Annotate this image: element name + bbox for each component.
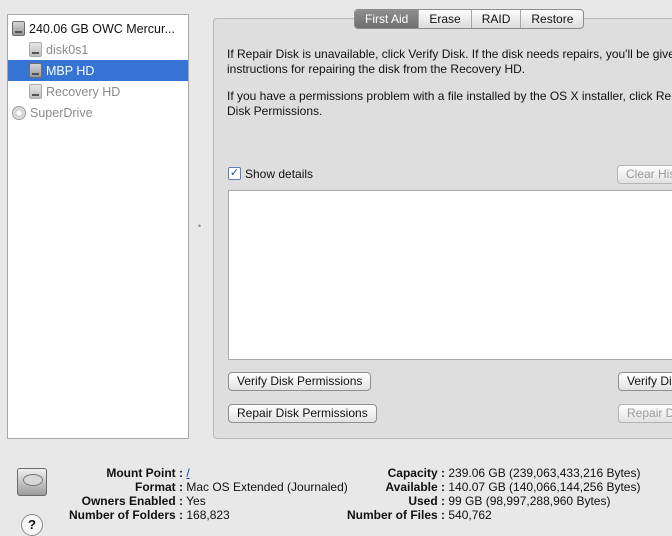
capacity-key: Capacity : xyxy=(387,466,445,480)
info-line: Disk Permissions. xyxy=(227,104,323,118)
mount-point-key: Mount Point : xyxy=(106,466,183,480)
tab-bar: First Aid Erase RAID Restore xyxy=(354,9,585,29)
tab-restore[interactable]: Restore xyxy=(520,10,583,28)
info-line: If you have a permissions problem with a… xyxy=(227,89,672,103)
files-value: 540,762 xyxy=(448,508,492,522)
volume-icon xyxy=(29,63,42,78)
mount-point-link[interactable]: / xyxy=(186,466,189,480)
sidebar-item-owc-drive[interactable]: 240.06 GB OWC Mercur... xyxy=(8,18,188,39)
sidebar-item-label: SuperDrive xyxy=(30,105,93,120)
used-key: Used : xyxy=(408,494,445,508)
verify-disk-permissions-button[interactable]: Verify Disk Permissions xyxy=(228,372,372,391)
sidebar-item-mbp-hd[interactable]: MBP HD xyxy=(8,60,188,81)
available-value: 140.07 GB (140,066,144,256 Bytes) xyxy=(448,480,641,494)
format-value: Mac OS Extended (Journaled) xyxy=(186,480,348,494)
owners-value: Yes xyxy=(186,494,206,508)
first-aid-info-1: If Repair Disk is unavailable, click Ver… xyxy=(227,47,672,77)
sidebar-item-label: Recovery HD xyxy=(46,84,121,99)
sidebar-item-label: MBP HD xyxy=(46,63,95,78)
repair-disk-permissions-button[interactable]: Repair Disk Permissions xyxy=(228,404,377,423)
help-icon[interactable]: ? xyxy=(21,514,43,536)
volume-icon xyxy=(29,42,42,57)
folders-value: 168,823 xyxy=(186,508,230,522)
format-key: Format : xyxy=(135,480,183,494)
sidebar-item-recovery-hd[interactable]: Recovery HD xyxy=(8,81,188,102)
split-view-handle[interactable]: • xyxy=(198,222,203,231)
sidebar-item-label: disk0s1 xyxy=(46,42,89,57)
show-details-checkbox[interactable]: ✓ xyxy=(228,167,241,180)
first-aid-info-2: If you have a permissions problem with a… xyxy=(227,89,672,119)
verify-disk-button[interactable]: Verify Di xyxy=(618,372,672,391)
sidebar-item-disk0s1[interactable]: disk0s1 xyxy=(8,39,188,60)
tab-erase[interactable]: Erase xyxy=(418,10,470,28)
owners-row: Owners Enabled : Yes xyxy=(60,494,206,508)
tab-first-aid[interactable]: First Aid xyxy=(355,10,419,28)
files-row: Number of Files : 540,762 xyxy=(330,508,492,522)
info-line: If Repair Disk is unavailable, click Ver… xyxy=(227,47,672,61)
clear-history-button[interactable]: Clear Histo xyxy=(617,165,672,184)
format-row: Format : Mac OS Extended (Journaled) xyxy=(60,480,348,494)
hard-disk-icon xyxy=(17,468,47,496)
info-line: instructions for repairing the disk from… xyxy=(227,62,526,76)
folders-key: Number of Folders : xyxy=(68,508,183,522)
mount-point-row: Mount Point : / xyxy=(60,466,189,480)
sidebar-item-label: 240.06 GB OWC Mercur... xyxy=(29,21,175,36)
tab-raid[interactable]: RAID xyxy=(470,10,521,28)
details-log-area[interactable] xyxy=(228,190,672,360)
sidebar-item-superdrive[interactable]: SuperDrive xyxy=(8,102,188,123)
optical-drive-icon xyxy=(12,105,26,120)
disk-sidebar[interactable]: 240.06 GB OWC Mercur... disk0s1 MBP HD R… xyxy=(7,14,189,439)
available-key: Available : xyxy=(385,480,445,494)
owners-key: Owners Enabled : xyxy=(81,494,183,508)
volume-icon xyxy=(29,84,42,99)
files-key: Number of Files : xyxy=(346,508,445,522)
capacity-value: 239.06 GB (239,063,433,216 Bytes) xyxy=(448,466,641,480)
available-row: Available : 140.07 GB (140,066,144,256 B… xyxy=(330,480,640,494)
hard-drive-icon xyxy=(12,21,25,36)
capacity-row: Capacity : 239.06 GB (239,063,433,216 By… xyxy=(330,466,641,480)
used-value: 99 GB (98,997,288,960 Bytes) xyxy=(448,494,611,508)
repair-disk-button[interactable]: Repair Di xyxy=(618,404,672,423)
show-details-label: Show details xyxy=(245,167,314,181)
used-row: Used : 99 GB (98,997,288,960 Bytes) xyxy=(330,494,610,508)
folders-row: Number of Folders : 168,823 xyxy=(60,508,230,522)
